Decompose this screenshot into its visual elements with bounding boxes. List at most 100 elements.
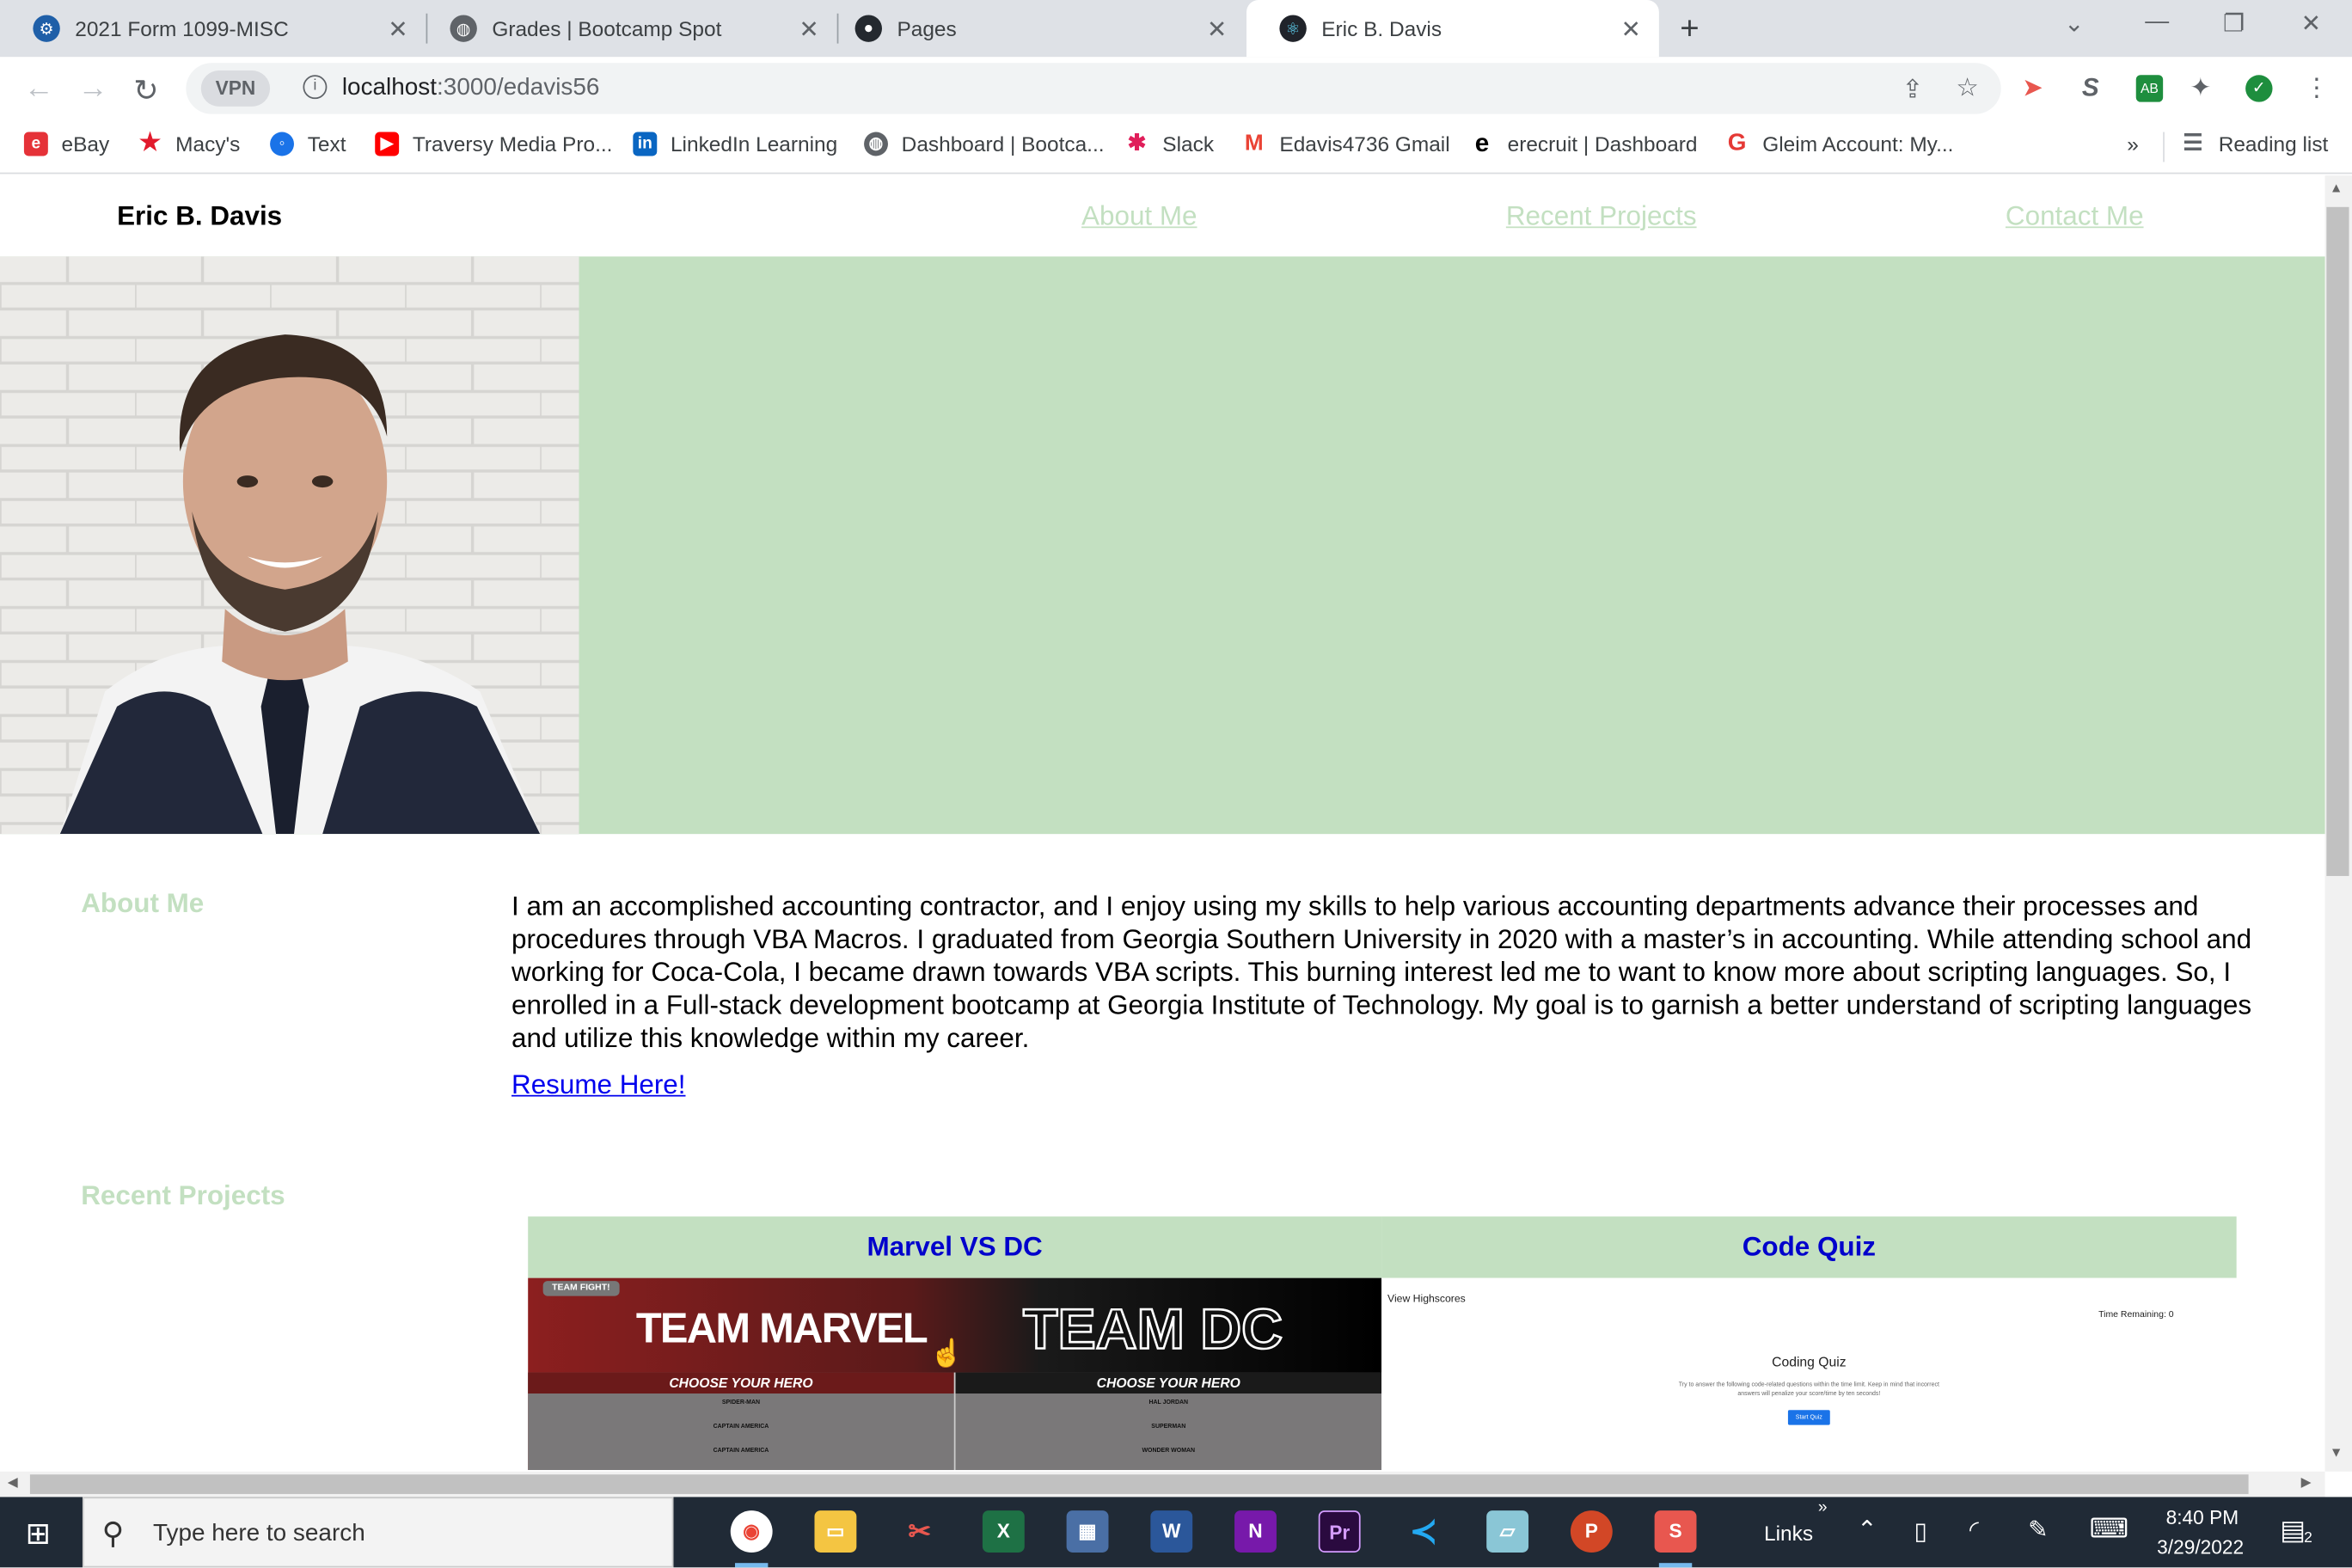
team-dc-title: TEAM DC: [1022, 1298, 1284, 1363]
view-highscores-text: View Highscores: [1387, 1294, 1466, 1306]
dc-hero-2: SUPERMAN: [1151, 1422, 1186, 1430]
search-icon: ⚲: [101, 1517, 125, 1552]
bookmarks-divider: [2163, 132, 2165, 162]
windows-start-icon[interactable]: ⊞: [26, 1515, 51, 1553]
tab-bootcamp[interactable]: ◍ Grades | Bootcamp Spot ✕: [417, 0, 839, 57]
extension-s-icon[interactable]: S: [2082, 74, 2099, 104]
messages-icon: ◦: [270, 132, 295, 156]
window-close-icon[interactable]: ✕: [2301, 9, 2321, 39]
scroll-up-icon[interactable]: ▲: [2330, 180, 2343, 194]
url-text[interactable]: localhost:3000/edavis56: [342, 75, 600, 101]
marvel-hero-2: CAPTAIN AMERICA: [713, 1422, 769, 1430]
reload-icon[interactable]: ↻: [133, 72, 158, 110]
reading-list-button[interactable]: ☰ Reading list: [2181, 132, 2328, 156]
choose-hero-marvel: CHOOSE YOUR HERO: [528, 1372, 954, 1394]
scroll-down-icon[interactable]: ▼: [2330, 1444, 2343, 1459]
react-icon: ⚛: [1279, 15, 1307, 42]
close-icon[interactable]: ✕: [388, 15, 407, 45]
project-title-code-quiz[interactable]: Code Quiz: [1381, 1216, 2237, 1278]
gleim-icon: G: [1727, 130, 1747, 156]
dc-hero-1: HAL JORDAN: [1148, 1398, 1189, 1406]
marvel-hero-1: SPIDER-MAN: [721, 1398, 761, 1406]
clock-time[interactable]: 8:40 PM: [2166, 1506, 2239, 1528]
sublime-icon[interactable]: S: [1654, 1510, 1697, 1553]
close-icon[interactable]: ✕: [1207, 15, 1227, 45]
extension-arrow-icon[interactable]: ➤: [2022, 74, 2043, 104]
menu-kebab-icon[interactable]: ⋮: [2304, 74, 2330, 104]
tray-overflow-icon[interactable]: ⌃: [1857, 1515, 1877, 1545]
nav-recent-projects[interactable]: Recent Projects: [1506, 201, 1697, 233]
word-icon[interactable]: W: [1150, 1510, 1193, 1553]
horizontal-scroll-thumb[interactable]: [29, 1474, 2249, 1494]
back-icon[interactable]: ←: [24, 72, 54, 107]
quiz-description: Try to answer the following code-related…: [1678, 1380, 1939, 1397]
windows-taskbar: ⊞ ⚲ Type here to search ◉ ▭ ✂ X ▦ W N Pr…: [0, 1497, 2352, 1568]
bookmarks-overflow-button[interactable]: »: [2127, 132, 2139, 156]
nav-contact-me[interactable]: Contact Me: [2006, 201, 2144, 233]
tab-1099[interactable]: ⚙ 2021 Form 1099-MISC ✕: [0, 0, 428, 57]
keyboard-icon[interactable]: ⌨: [2090, 1514, 2128, 1546]
vpn-badge[interactable]: VPN: [200, 70, 271, 107]
bookmark-star-icon[interactable]: ☆: [1956, 74, 1979, 104]
close-icon[interactable]: ✕: [1621, 15, 1641, 45]
powerpoint-icon[interactable]: P: [1570, 1510, 1613, 1553]
premiere-icon[interactable]: Pr: [1318, 1510, 1361, 1553]
project-title-marvel-vs-dc[interactable]: Marvel VS DC: [528, 1216, 1382, 1278]
notifications-icon[interactable]: ▤: [2280, 1515, 2306, 1547]
restore-icon[interactable]: ❐: [2223, 9, 2245, 39]
project-thumb-marvel-vs-dc[interactable]: TEAM FIGHT! TEAM MARVEL TEAM DC CHOOSE Y…: [528, 1277, 1382, 1471]
vertical-scroll-thumb[interactable]: [2326, 206, 2349, 877]
bookmark-traversy[interactable]: ▶ Traversy Media Pro...: [375, 132, 612, 156]
tab-eric-davis[interactable]: ⚛ Eric B. Davis ✕: [1246, 0, 1659, 58]
wifi-icon[interactable]: ◜: [1969, 1515, 1979, 1545]
usb-icon[interactable]: ▯: [1914, 1516, 1926, 1547]
macys-star-icon: ★: [138, 130, 162, 156]
nav-about-me[interactable]: About Me: [1081, 201, 1197, 233]
scroll-left-icon[interactable]: ◀: [8, 1474, 18, 1491]
extensions-puzzle-icon[interactable]: ✦: [2190, 74, 2212, 104]
excel-icon[interactable]: X: [982, 1510, 1025, 1553]
resume-link[interactable]: Resume Here!: [511, 1069, 685, 1101]
share-icon[interactable]: ⇪: [1902, 75, 1924, 105]
bookmark-text[interactable]: ◦ Text: [270, 132, 346, 156]
linkedin-icon: in: [633, 132, 658, 156]
address-bar[interactable]: VPN i localhost:3000/edavis56 ⇪ ☆: [186, 63, 2001, 114]
tab-pages[interactable]: ● Pages ✕: [822, 0, 1245, 57]
onenote-icon[interactable]: N: [1234, 1510, 1277, 1553]
close-icon[interactable]: ✕: [799, 15, 818, 45]
tab-search-icon[interactable]: ⌄: [2064, 9, 2084, 39]
tab-title: Eric B. Davis: [1321, 16, 1442, 41]
shield-check-icon[interactable]: ✓: [2245, 75, 2273, 102]
clock-date[interactable]: 3/29/2022: [2157, 1536, 2244, 1559]
start-quiz-button: Start Quiz: [1787, 1410, 1830, 1425]
taskbar-search[interactable]: ⚲ Type here to search: [82, 1497, 674, 1568]
bookmark-linkedin[interactable]: in LinkedIn Learning: [633, 132, 837, 156]
minimize-icon[interactable]: —: [2145, 9, 2169, 35]
notes-app-icon[interactable]: ▱: [1486, 1510, 1529, 1553]
project-thumb-code-quiz[interactable]: View Highscores Time Remaining: 0 Coding…: [1381, 1277, 2237, 1471]
forward-icon[interactable]: →: [78, 72, 108, 107]
time-remaining-text: Time Remaining: 0: [2098, 1311, 2174, 1320]
vscode-icon[interactable]: ≺: [1402, 1510, 1444, 1553]
scroll-right-icon[interactable]: ▶: [2301, 1474, 2312, 1491]
irs-icon: ⚙: [33, 15, 60, 42]
bookmark-ebay[interactable]: e eBay: [23, 132, 109, 156]
pen-icon[interactable]: ✎: [2028, 1515, 2048, 1545]
bookmark-erecruit[interactable]: e erecruit | Dashboard: [1470, 131, 1698, 156]
bookmark-macys[interactable]: ★ Macy's: [138, 130, 240, 156]
bookmark-dashboard[interactable]: ◍ Dashboard | Bootca...: [864, 132, 1105, 156]
chrome-icon[interactable]: ◉: [730, 1510, 773, 1553]
bookmark-slack[interactable]: ✱ Slack: [1125, 132, 1214, 156]
calculator-icon[interactable]: ▦: [1066, 1510, 1109, 1553]
bookmark-gleim[interactable]: G Gleim Account: My...: [1725, 132, 1954, 156]
new-tab-icon[interactable]: +: [1680, 9, 1699, 47]
links-toolbar[interactable]: Links: [1764, 1521, 1813, 1545]
snipping-tool-icon[interactable]: ✂: [898, 1510, 940, 1553]
links-chevron-icon[interactable]: »: [1818, 1498, 1828, 1516]
site-info-icon[interactable]: i: [303, 75, 328, 100]
bookmark-gmail[interactable]: M Edavis4736 Gmail: [1242, 132, 1450, 156]
chrome-active-indicator: [735, 1563, 769, 1568]
youtube-icon: ▶: [375, 132, 400, 156]
adblock-icon[interactable]: AB: [2135, 75, 2164, 102]
file-explorer-icon[interactable]: ▭: [814, 1510, 857, 1553]
